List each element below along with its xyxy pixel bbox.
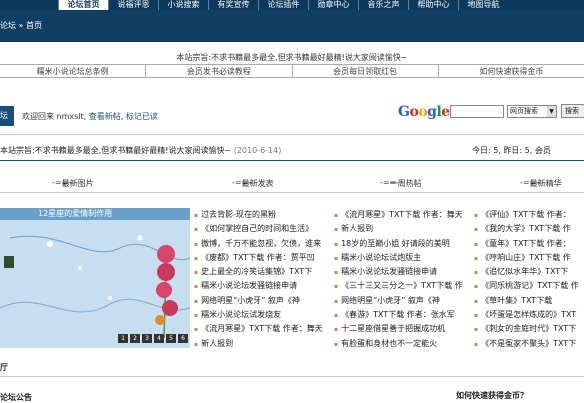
slideshow-page-button[interactable]: 3	[142, 334, 152, 343]
google-logo-letter: o	[418, 104, 428, 120]
post-link[interactable]: 《我的大学》TXT下载 作	[474, 222, 584, 236]
motto-date: (2010-6-14)	[233, 146, 282, 155]
post-link[interactable]: 《同乐桃游记》TXT下载 作	[474, 279, 584, 293]
post-link[interactable]: 《流月寒星》TXT下载 作者：舞天	[334, 208, 470, 222]
post-link[interactable]: 《哼响山庄》TXT下载 作	[474, 251, 584, 265]
google-logo-letter: o	[409, 104, 419, 120]
quick-link[interactable]: 如何快速获得金币	[439, 65, 584, 77]
nav-item[interactable]: 小说搜索	[158, 0, 208, 10]
nav-item[interactable]: 论坛首页	[58, 0, 108, 10]
latest-posts-list: 过去背影-现在的黑粉《如何掌控自己的时间和生活》微博，千万不能忽视，欠债，谁来《…	[194, 208, 330, 351]
image-slideshow[interactable]: 12星座的爱情制作用 123456	[0, 208, 190, 348]
nav-item[interactable]: 有奖宣传	[208, 0, 258, 10]
post-link[interactable]: 18岁的至巅小姐 好请段的美明	[334, 237, 470, 251]
breadcrumb[interactable]: 论坛 » 首页	[0, 20, 42, 31]
post-link[interactable]: 有脸蛋和身材也不一定能火	[334, 337, 470, 351]
post-link[interactable]: 糯米小说论坛试发烧友	[194, 308, 330, 322]
divider	[0, 376, 584, 377]
slideshow-page-button[interactable]: 1	[118, 334, 128, 343]
chevron-down-icon: ▼	[547, 106, 556, 117]
post-link[interactable]: 《流月寒星》TXT下载 作者：舞天	[194, 322, 330, 336]
forum-tab: 坛	[0, 106, 14, 126]
slideshow-page-button[interactable]: 5	[166, 334, 176, 343]
post-stats: 今日: 5, 昨日: 5, 会员	[472, 146, 551, 155]
post-link[interactable]: 《草叶集》TXT下载	[474, 294, 584, 308]
post-link[interactable]: 新人报到	[334, 222, 470, 236]
divider	[0, 192, 584, 193]
post-link[interactable]: 微博，千万不能忽视，欠债，谁来	[194, 237, 330, 251]
welcome-text: 欢迎回来 nmxslt, 查看新帖, 标记已读	[22, 111, 158, 122]
search-type-label: 网页搜索	[510, 107, 538, 115]
quick-link[interactable]: 糯米小说论坛总条例	[0, 65, 147, 77]
hall-heading: 厅	[0, 363, 8, 372]
motto-text: 本站宗旨:不求书籍最多最全,但求书籍最好最精!说大家阅读愉快~	[0, 146, 232, 155]
top-nav-bar: 论坛首页 说福评恩 小说搜索 有奖宣传 论坛插件 勋章中心 音乐之声 帮助中心 地图导航	[0, 0, 584, 10]
slideshow-page-button[interactable]: 2	[130, 334, 140, 343]
nav-item[interactable]: 地图导航	[458, 0, 508, 10]
post-link[interactable]: 《刺女的金庭时代》TXT下	[474, 322, 584, 336]
search-button[interactable]: 搜索	[561, 104, 584, 118]
divider	[0, 134, 584, 135]
slideshow-caption: 12星座的爱情制作用	[0, 208, 190, 220]
post-link[interactable]: 《坏蛋是怎样炼成的》TXT	[474, 308, 584, 322]
section-latest-featured: -= 最新精华 =-	[520, 178, 562, 188]
welcome-sep: ,	[120, 112, 124, 121]
nav-item[interactable]: 帮助中心	[408, 0, 458, 10]
post-link[interactable]: 《如何掌控自己的时间和生活》	[194, 222, 330, 236]
slideshow-page-button[interactable]: 6	[178, 334, 188, 343]
announcement-heading[interactable]: 论坛公告	[0, 392, 32, 403]
breadcrumb-bar: 论坛 » 首页	[0, 10, 584, 42]
nav-item[interactable]: 勋章中心	[308, 0, 358, 10]
main-nav: 论坛首页 说福评恩 小说搜索 有奖宣传 论坛插件 勋章中心 音乐之声 帮助中心 地图导航	[58, 0, 508, 10]
post-link[interactable]: 《废都》TXT下载 作者：贾平凹	[194, 251, 330, 265]
search-input[interactable]	[450, 105, 504, 118]
slideshow-image	[0, 208, 190, 348]
post-link[interactable]: 《春游》TXT下载 作者：张水军	[334, 308, 470, 322]
google-logo-letter: e	[441, 104, 450, 120]
slideshow-pager: 123456	[118, 334, 188, 344]
post-link[interactable]: 糯米小说论坛试炮版主	[334, 251, 470, 265]
slideshow-page-button[interactable]: 4	[154, 334, 164, 343]
google-logo-letter: G	[398, 104, 410, 120]
quick-link[interactable]: 会员每日领取红包	[293, 65, 439, 77]
section-latest-posts: -= 最新发表 =-	[232, 178, 274, 188]
divider	[0, 160, 584, 161]
post-link[interactable]: 糯米小说论坛发骚链接申请	[194, 279, 330, 293]
post-link[interactable]: 网络明星“小虎牙” 叙声《神	[334, 294, 470, 308]
section-weekly-hot: -= 一周热帖 =-	[380, 178, 422, 188]
post-link[interactable]: 《追忆似水年华》TXT下	[474, 265, 584, 279]
section-latest-images: -= 最新图片 =-	[52, 178, 94, 188]
quick-link[interactable]: 会员发书必读教程	[146, 65, 293, 77]
post-link[interactable]: 网络明星“小虎牙” 叙声《神	[194, 294, 330, 308]
post-link[interactable]: 史上最全的冷笑话集锦》TXT下	[194, 265, 330, 279]
forum-hall-section: 厅 论坛公告 如何快速获得金币？	[0, 350, 584, 403]
post-link[interactable]: 《评仙》TXT下载 作者：	[474, 208, 584, 222]
post-link[interactable]: 糯米小说论坛发骚链接申请	[334, 265, 470, 279]
weekly-hot-list: 《流月寒星》TXT下载 作者：舞天新人报到18岁的至巅小姐 好请段的美明糯米小说…	[334, 208, 470, 351]
post-link[interactable]: 《不是冤家不聚头》TXT下	[474, 337, 584, 351]
post-link[interactable]: 十二星座借星善于把握成功机	[334, 322, 470, 336]
quick-links: 糯米小说论坛总条例 会员发书必读教程 会员每日领取红包 如何快速获得金币	[0, 64, 584, 78]
search-type-select[interactable]: 网页搜索 ▼	[507, 105, 557, 118]
google-logo: Google	[398, 104, 450, 120]
latest-featured-list: 《评仙》TXT下载 作者：《我的大学》TXT下载 作《童年》TXT下载 作者：《…	[474, 208, 584, 351]
site-notice: 本站宗旨:不求书籍最多最全,但求书籍最好最精!说大家阅读愉快~	[176, 53, 408, 62]
post-link[interactable]: 《三十三又三分之一》TXT下载 作	[334, 279, 470, 293]
post-link[interactable]: 新人报到	[194, 337, 330, 351]
view-new-posts-link[interactable]: 查看新帖	[89, 112, 121, 121]
welcome-prefix: 欢迎回来 nmxslt,	[22, 112, 87, 121]
nav-item[interactable]: 说福评恩	[108, 0, 158, 10]
post-link[interactable]: 过去背影-现在的黑粉	[194, 208, 330, 222]
mark-read-link[interactable]: 标记已读	[126, 112, 158, 121]
nav-item[interactable]: 音乐之声	[358, 0, 408, 10]
howto-gold-heading[interactable]: 如何快速获得金币？	[456, 390, 528, 401]
nav-item[interactable]: 论坛插件	[258, 0, 308, 10]
motto-line: 本站宗旨:不求书籍最多最全,但求书籍最好最精!说大家阅读愉快~ (2010-6-…	[0, 145, 281, 156]
post-link[interactable]: 《童年》TXT下载 作者：	[474, 237, 584, 251]
